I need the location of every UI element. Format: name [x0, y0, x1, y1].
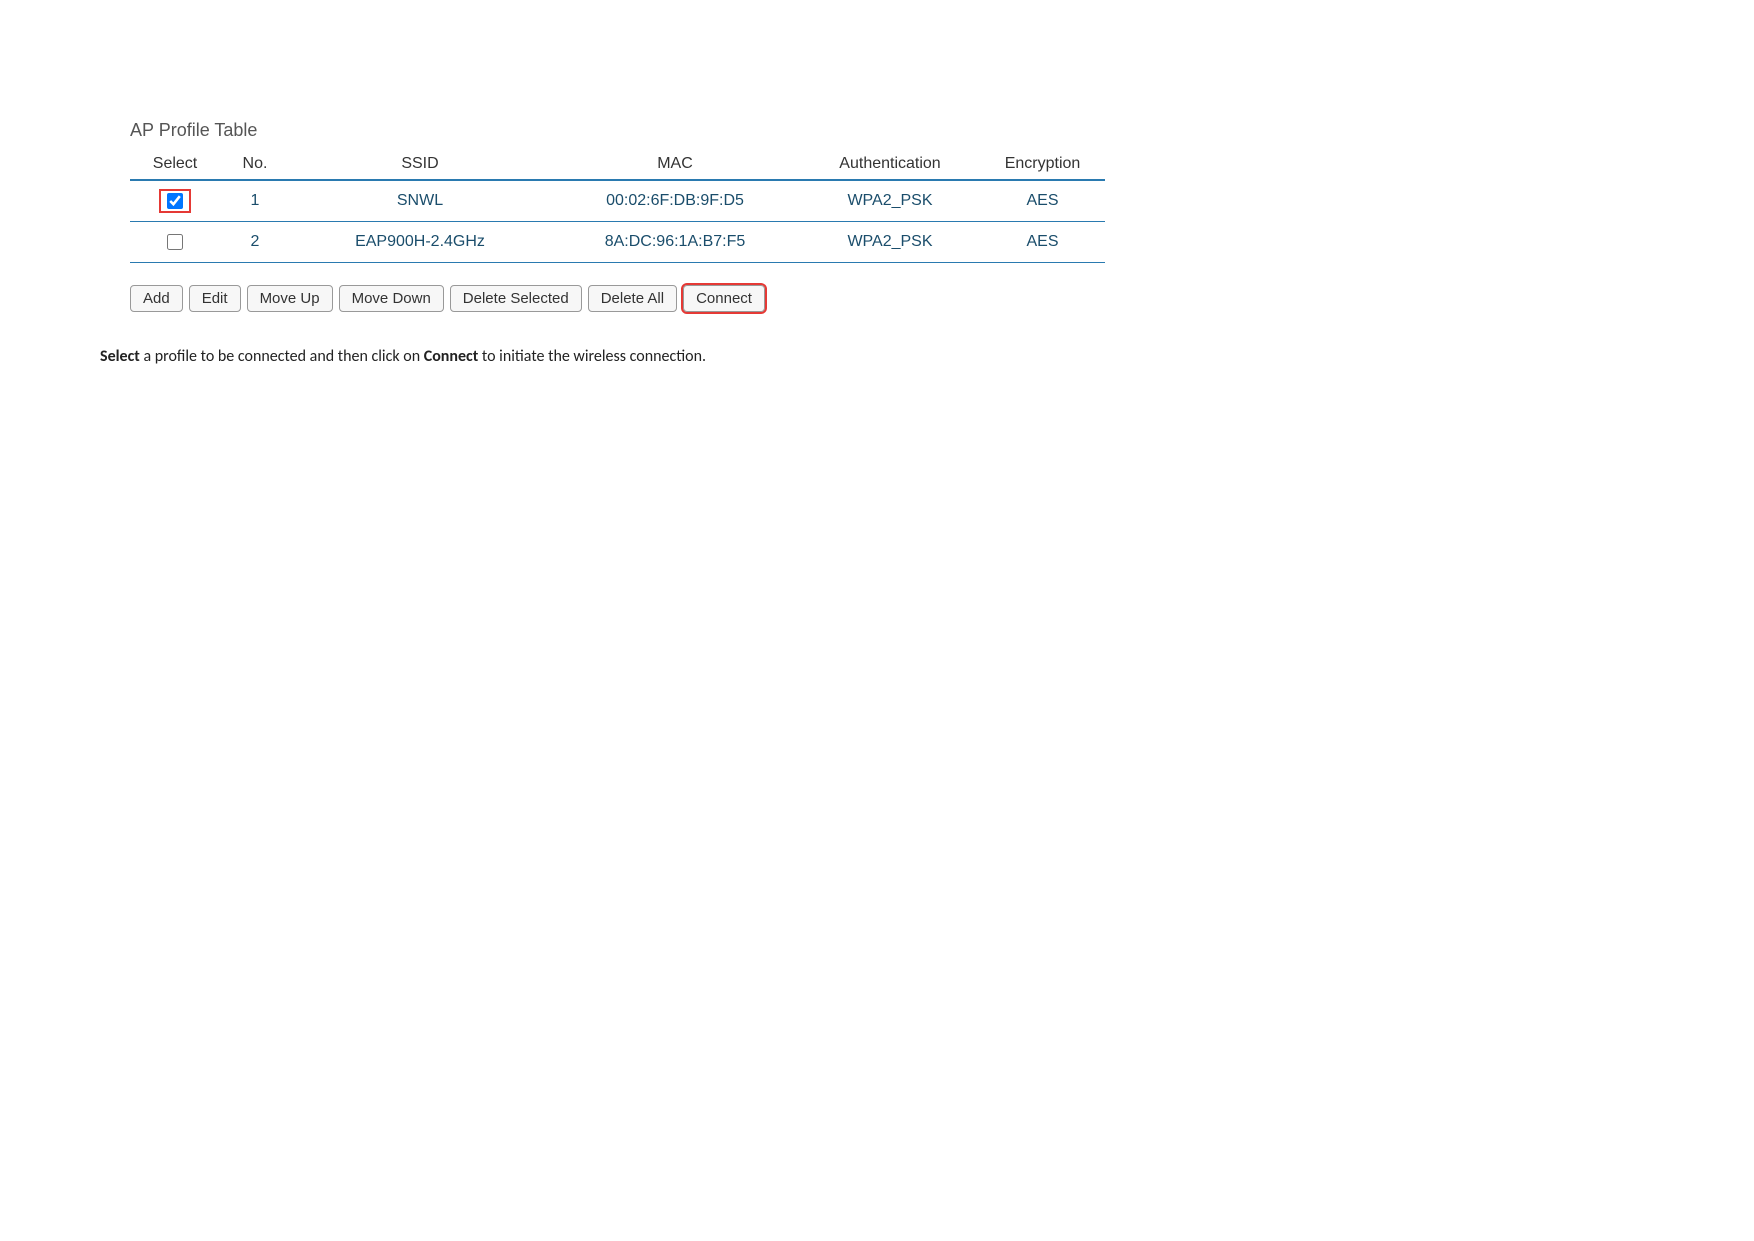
cell-ssid: EAP900H-2.4GHz [290, 222, 550, 263]
header-select: Select [130, 149, 220, 180]
edit-button[interactable]: Edit [189, 285, 241, 312]
ap-profile-table: Select No. SSID MAC Authentication Encry… [130, 149, 1105, 263]
header-enc: Encryption [980, 149, 1105, 180]
instruction-text-part4: to initiate the wireless connection. [478, 347, 706, 366]
cell-auth: WPA2_PSK [800, 180, 980, 222]
select-checkbox[interactable] [167, 193, 183, 209]
table-header-row: Select No. SSID MAC Authentication Encry… [130, 149, 1105, 180]
delete-selected-button[interactable]: Delete Selected [450, 285, 582, 312]
move-up-button[interactable]: Move Up [247, 285, 333, 312]
cell-mac: 8A:DC:96:1A:B7:F5 [550, 222, 800, 263]
add-button[interactable]: Add [130, 285, 183, 312]
connect-button[interactable]: Connect [683, 285, 765, 312]
cell-select [130, 222, 220, 263]
instruction-bold-connect: Connect [424, 347, 479, 366]
cell-no: 2 [220, 222, 290, 263]
instruction-text: Select a profile to be connected and the… [100, 347, 1654, 366]
cell-ssid: SNWL [290, 180, 550, 222]
header-auth: Authentication [800, 149, 980, 180]
cell-auth: WPA2_PSK [800, 222, 980, 263]
checkbox-wrapper [159, 230, 191, 254]
cell-enc: AES [980, 180, 1105, 222]
delete-all-button[interactable]: Delete All [588, 285, 677, 312]
header-no: No. [220, 149, 290, 180]
cell-no: 1 [220, 180, 290, 222]
move-down-button[interactable]: Move Down [339, 285, 444, 312]
button-row: Add Edit Move Up Move Down Delete Select… [130, 285, 1654, 312]
table-row: 1 SNWL 00:02:6F:DB:9F:D5 WPA2_PSK AES [130, 180, 1105, 222]
checkbox-wrapper-highlighted [159, 189, 191, 213]
instruction-bold-select: Select [100, 347, 140, 366]
cell-mac: 00:02:6F:DB:9F:D5 [550, 180, 800, 222]
table-row: 2 EAP900H-2.4GHz 8A:DC:96:1A:B7:F5 WPA2_… [130, 222, 1105, 263]
header-ssid: SSID [290, 149, 550, 180]
instruction-text-part2: a profile to be connected and then click… [140, 347, 424, 366]
table-title: AP Profile Table [100, 120, 1654, 141]
header-mac: MAC [550, 149, 800, 180]
cell-select [130, 180, 220, 222]
cell-enc: AES [980, 222, 1105, 263]
select-checkbox[interactable] [167, 234, 183, 250]
